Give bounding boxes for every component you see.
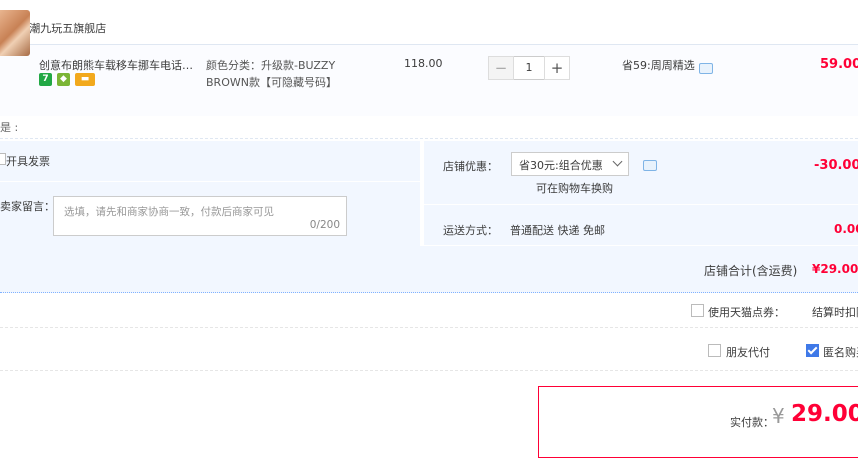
item-price: 118.00 — [404, 57, 443, 70]
chevron-down-icon — [612, 156, 623, 167]
quantity-increase-button[interactable]: + — [544, 56, 570, 80]
quantity-stepper: − 1 + — [488, 56, 570, 80]
item-sku: 颜色分类：升级款-BUZZY BROWN款【可隐藏号码】 — [206, 59, 337, 89]
payment-label: 实付款： — [730, 416, 774, 429]
discount-amount: -30.00 — [814, 158, 858, 173]
shipping-amount: 0.00 — [834, 222, 858, 236]
message-char-count: 0/200 — [309, 219, 340, 231]
quantity-decrease-button[interactable]: − — [488, 56, 514, 80]
anonymous-label[interactable]: 匿名购买 — [823, 344, 858, 360]
store-total-value: ¥29.00 — [812, 262, 858, 276]
store-total-label: 店铺合计(含运费) — [704, 264, 798, 278]
chat-icon[interactable] — [643, 160, 657, 171]
item-title[interactable]: 创意布朗熊车载移车挪车电话牌... — [39, 57, 199, 73]
discount-selected-value: 省30元:组合优惠 — [519, 159, 603, 172]
item-row — [0, 44, 858, 116]
seven-day-return-icon: 7 — [39, 73, 52, 86]
payment-amount: 29.00 — [791, 401, 858, 427]
guarantee-icon: ◆ — [57, 73, 70, 86]
friend-pay-checkbox[interactable] — [708, 344, 721, 357]
item-promotion: 省59:周周精选 — [622, 59, 695, 72]
message-textarea[interactable]: 选填，请先和商家协商一致，付款后商家可见 0/200 — [53, 196, 347, 236]
shipping-method: 普通配送 快递 免邮 — [510, 224, 605, 237]
partial-label: 是 : — [0, 121, 19, 134]
friend-pay-label[interactable]: 朋友代付 — [726, 344, 770, 360]
divider — [0, 370, 858, 371]
tmall-points-note: 结算时扣除 — [812, 306, 858, 319]
discount-select[interactable]: 省30元:组合优惠 — [511, 152, 629, 176]
payment-currency: ¥ — [772, 404, 785, 428]
message-placeholder: 选填，请先和商家协商一致，付款后商家可见 — [64, 206, 274, 218]
chat-icon[interactable] — [699, 63, 713, 74]
product-thumbnail[interactable] — [0, 10, 30, 56]
discount-swap-note: 可在购物车换购 — [536, 182, 613, 195]
quantity-input[interactable]: 1 — [514, 56, 544, 80]
divider — [0, 327, 858, 328]
credit-card-icon: ▬ — [75, 73, 95, 86]
item-subtotal: 59.00 — [820, 57, 858, 72]
invoice-label[interactable]: 开具发票 — [6, 153, 50, 169]
discount-label: 店铺优惠： — [443, 160, 498, 173]
tmall-points-checkbox[interactable] — [691, 304, 704, 317]
message-label: 卖家留言： — [0, 200, 55, 213]
tmall-points-label[interactable]: 使用天猫点券： — [708, 304, 785, 320]
anonymous-checkbox[interactable] — [806, 344, 819, 357]
shipping-label: 运送方式： — [443, 224, 498, 237]
divider — [0, 138, 858, 139]
